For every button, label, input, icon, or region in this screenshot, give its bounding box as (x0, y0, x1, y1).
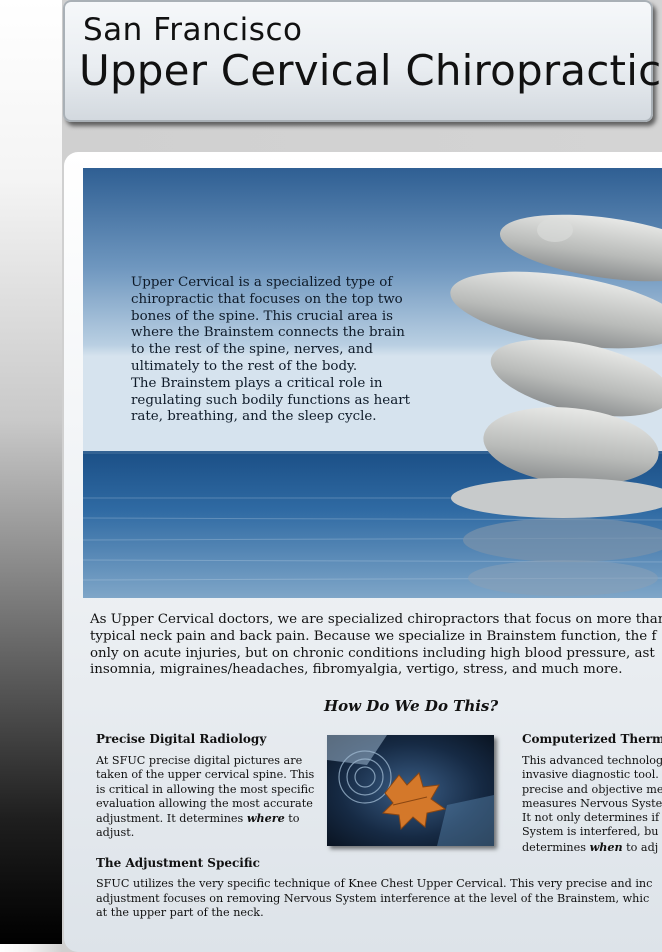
radiology-text: At SFUC precise digital pictures are tak… (96, 754, 316, 841)
intro-line: insomnia, migraines/headaches, fibromyal… (90, 662, 623, 678)
thermography-line: It not only determines if (522, 811, 660, 825)
thermography-line: precise and objective me (522, 782, 662, 796)
left-gradient-strip (0, 0, 62, 944)
thermography-line: determines when to adj (522, 840, 662, 855)
intro-line: typical neck pain and back pain. Because… (90, 628, 657, 644)
radiology-heading: Precise Digital Radiology (96, 732, 267, 746)
thermography-emphasis: when (589, 839, 623, 854)
intro-line: As Upper Cervical doctors, we are specia… (90, 612, 662, 627)
hero-paragraph-2: The Brainstem plays a critical role in r… (131, 375, 410, 425)
thermography-text: This advanced technolog invasive diagnos… (522, 754, 662, 855)
radiology-emphasis: where (246, 811, 285, 826)
hero-description: Upper Cervical is a specialized type of … (131, 275, 421, 426)
intro-paragraph: As Upper Cervical doctors, we are specia… (90, 612, 662, 679)
site-title-line2: Upper Cervical Chiropractic (79, 46, 662, 95)
leaf-ripple-photo (327, 735, 494, 846)
thermography-text-after: to adj (622, 840, 659, 854)
intro-line: only on acute injuries, but on chronic c… (90, 645, 655, 661)
adjustment-line: at the upper part of the neck. (96, 906, 264, 919)
thermography-line: invasive diagnostic tool. (522, 768, 659, 782)
thermography-column: Computerized Thermo This advanced techno… (522, 732, 662, 855)
site-header-banner[interactable]: San Francisco Upper Cervical Chiropracti… (63, 0, 661, 122)
thermography-line: This advanced technolog (522, 754, 662, 767)
adjustment-line: SFUC utilizes the very specific techniqu… (96, 877, 653, 890)
adjustment-line: adjustment focuses on removing Nervous S… (96, 891, 650, 905)
thermography-line: measures Nervous Syste (522, 796, 662, 810)
radiology-column: Precise Digital Radiology At SFUC precis… (96, 732, 316, 841)
hero-paragraph-1: Upper Cervical is a specialized type of … (131, 275, 405, 374)
adjustment-text: SFUC utilizes the very specific techniqu… (96, 877, 662, 921)
site-title-line1: San Francisco (83, 12, 303, 48)
thermography-text-before: determines (522, 840, 590, 854)
thermography-heading: Computerized Thermo (522, 732, 662, 746)
thermography-line: System is interfered, bu (522, 825, 659, 839)
adjustment-heading: The Adjustment Specific (96, 856, 260, 870)
section-title: How Do We Do This? (324, 697, 499, 715)
leaf-in-water-image (327, 735, 494, 846)
